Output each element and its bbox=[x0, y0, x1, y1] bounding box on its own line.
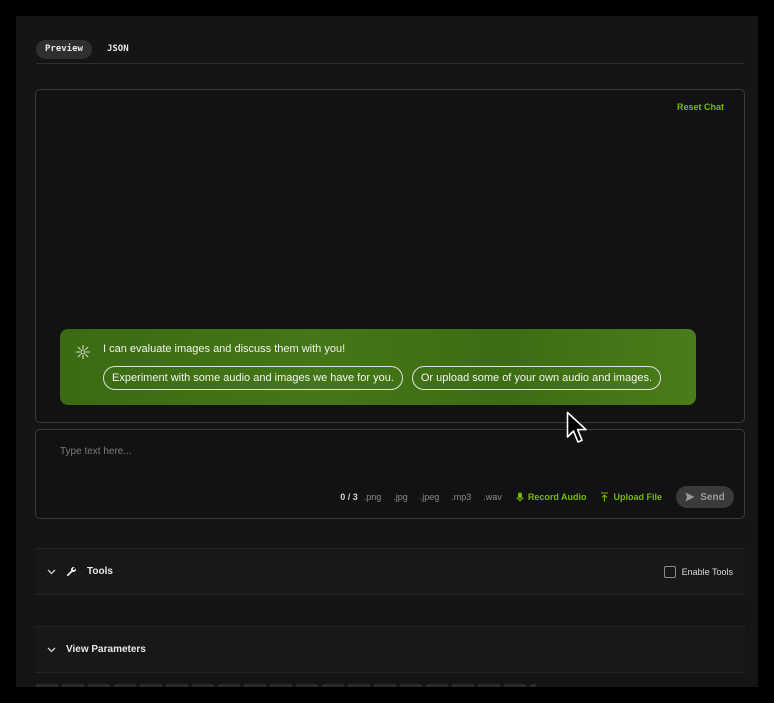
enable-tools-toggle[interactable]: Enable Tools bbox=[663, 565, 733, 578]
file-type-wav: .wav bbox=[483, 492, 502, 502]
upload-file-label: Upload File bbox=[613, 492, 662, 502]
reset-chat-button[interactable]: Reset Chat bbox=[677, 102, 724, 112]
record-audio-button[interactable]: Record Audio bbox=[516, 492, 587, 502]
footer-text-truncated bbox=[36, 684, 536, 687]
suggestion-upload-own[interactable]: Or upload some of your own audio and ima… bbox=[411, 366, 662, 390]
greeting-text: I can evaluate images and discuss them w… bbox=[103, 343, 346, 355]
send-label: Send bbox=[700, 491, 725, 503]
greeting-message: I can evaluate images and discuss them w… bbox=[60, 329, 696, 405]
app-frame: Preview JSON Reset Chat I can evaluate i… bbox=[16, 16, 758, 687]
file-type-mp3: .mp3 bbox=[451, 492, 472, 502]
wrench-icon bbox=[66, 566, 77, 577]
message-composer: 0 / 3 .png .jpg .jpeg .mp3 .wav Record A… bbox=[35, 429, 745, 519]
suggestion-list: Experiment with some audio and images we… bbox=[103, 366, 662, 390]
parameters-accordion: View Parameters bbox=[35, 626, 745, 673]
tools-accordion: Tools Enable Tools bbox=[35, 548, 745, 595]
microphone-icon bbox=[516, 492, 524, 502]
upload-icon bbox=[601, 492, 609, 502]
tools-accordion-toggle[interactable]: Tools bbox=[47, 566, 113, 577]
mouse-pointer-icon bbox=[566, 411, 587, 443]
enable-tools-label: Enable Tools bbox=[681, 566, 733, 577]
attachment-count: 0 / 3 bbox=[340, 492, 358, 502]
view-tabs: Preview JSON bbox=[36, 40, 744, 64]
parameters-title: View Parameters bbox=[66, 644, 146, 655]
send-button[interactable]: Send bbox=[676, 486, 734, 508]
chat-panel: Reset Chat I can evaluate images and dis… bbox=[35, 89, 745, 423]
composer-footer: 0 / 3 .png .jpg .jpeg .mp3 .wav Record A… bbox=[340, 486, 734, 508]
sparkle-icon bbox=[76, 345, 90, 359]
upload-file-button[interactable]: Upload File bbox=[600, 492, 662, 502]
tab-json[interactable]: JSON bbox=[98, 40, 138, 59]
file-type-png: .png bbox=[363, 492, 382, 502]
chevron-down-icon bbox=[47, 647, 56, 652]
record-audio-label: Record Audio bbox=[527, 492, 587, 502]
chevron-down-icon bbox=[47, 569, 56, 574]
send-icon bbox=[685, 492, 695, 502]
message-input[interactable] bbox=[60, 442, 720, 460]
file-type-jpeg: .jpeg bbox=[419, 492, 440, 502]
file-type-jpg: .jpg bbox=[393, 492, 408, 502]
tab-preview[interactable]: Preview bbox=[36, 40, 92, 59]
enable-tools-checkbox[interactable] bbox=[663, 565, 676, 578]
parameters-accordion-toggle[interactable]: View Parameters bbox=[47, 644, 146, 655]
tools-title: Tools bbox=[87, 566, 113, 577]
suggestion-sample-media[interactable]: Experiment with some audio and images we… bbox=[103, 366, 403, 390]
